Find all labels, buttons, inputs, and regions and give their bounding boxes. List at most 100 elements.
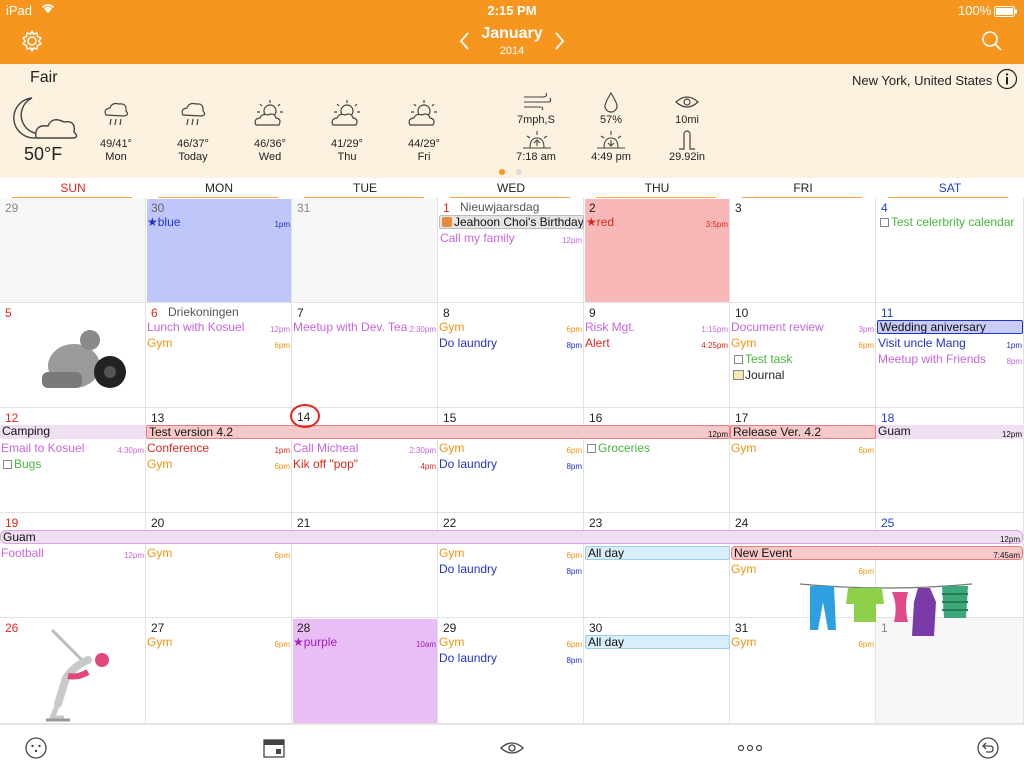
day-cell[interactable] <box>0 513 146 618</box>
event-title[interactable]: Do laundry <box>439 651 497 666</box>
event-title[interactable]: ★blue <box>147 215 180 230</box>
day-cell[interactable] <box>730 198 876 303</box>
event-title[interactable]: Gym <box>439 635 464 650</box>
day-number: 13 <box>151 411 165 425</box>
event-title[interactable]: Gym <box>731 441 756 456</box>
event-title[interactable]: Gym <box>147 546 172 561</box>
day-header-fri: FRI <box>793 181 813 195</box>
checkbox-icon[interactable] <box>734 355 743 364</box>
day-cell[interactable] <box>292 303 438 408</box>
weather-condition: Fair <box>30 69 58 86</box>
day-cell[interactable] <box>146 513 292 618</box>
event-title[interactable]: Risk Mgt. <box>585 320 635 335</box>
event-title[interactable]: Gym <box>439 320 464 335</box>
event-time: 12pm <box>999 535 1020 544</box>
day-number: 8 <box>443 306 450 320</box>
calendar-icon[interactable] <box>261 735 287 761</box>
event-title[interactable]: Do laundry <box>439 457 497 472</box>
page-dot-active[interactable] <box>499 169 505 175</box>
event-title[interactable]: Gym <box>147 457 172 472</box>
gear-icon[interactable] <box>18 27 46 55</box>
event-title[interactable]: Test task <box>745 352 792 367</box>
event-title[interactable]: Gym <box>731 336 756 351</box>
checkbox-icon[interactable] <box>3 460 12 469</box>
event-time: 7:45am <box>993 551 1020 560</box>
event-title[interactable]: Journal <box>745 368 784 383</box>
event-time: 6pm <box>858 446 874 455</box>
event-title[interactable]: Test celerbrity calendar <box>891 215 1024 230</box>
event-title[interactable]: Gym <box>731 562 756 577</box>
event-bar[interactable]: Guam <box>0 530 1023 544</box>
event-title[interactable]: Do laundry <box>439 336 497 351</box>
day-cell[interactable] <box>584 303 730 408</box>
face-icon[interactable] <box>23 735 49 761</box>
forecast-temps: 46/36° <box>254 138 286 150</box>
day-number-today[interactable]: 14 <box>297 410 310 424</box>
event-time: 6pm <box>274 640 290 649</box>
event-title[interactable]: Gym <box>147 635 172 650</box>
day-cell[interactable] <box>876 408 1024 513</box>
more-icon[interactable] <box>737 735 763 761</box>
event-bar[interactable]: Camping <box>0 425 146 439</box>
undo-icon[interactable] <box>975 735 1001 761</box>
day-number: 31 <box>297 201 311 215</box>
page-dot[interactable] <box>516 169 522 175</box>
event-title: New Event <box>734 546 793 560</box>
day-cell[interactable] <box>292 513 438 618</box>
eye-icon[interactable] <box>499 735 525 761</box>
day-header-sat: SAT <box>938 181 962 195</box>
event-title[interactable]: Bugs <box>14 457 41 472</box>
event-bar[interactable]: Test version 4.2 <box>146 425 730 439</box>
event-title[interactable]: Call my family <box>440 231 515 246</box>
next-month-chevron-icon[interactable] <box>546 27 574 55</box>
event-bar[interactable]: All day <box>585 546 730 560</box>
event-time: 8pm <box>566 656 582 665</box>
day-cell[interactable] <box>584 408 730 513</box>
event-time: 12pm <box>123 551 144 560</box>
event-title[interactable]: Alert <box>585 336 610 351</box>
weather-panel[interactable]: Fair New York, United States 50°F 49/41°… <box>0 64 1024 178</box>
event-title[interactable]: Gym <box>147 336 172 351</box>
day-number: 6 <box>151 306 158 320</box>
event-title[interactable]: ★purple <box>293 635 337 650</box>
search-icon[interactable] <box>978 27 1006 55</box>
event-title[interactable]: Kik off "pop" <box>293 457 358 472</box>
event-bar[interactable]: Wedding aniversary <box>877 320 1023 334</box>
day-cell[interactable] <box>876 198 1024 303</box>
day-cell[interactable] <box>146 618 292 724</box>
event-title[interactable]: Meetup with Dev. Team <box>293 320 407 335</box>
event-title[interactable]: Email to Kosuel <box>1 441 113 456</box>
event-bar[interactable]: All day <box>585 635 730 649</box>
event-title[interactable]: Groceries <box>598 441 650 456</box>
day-cell[interactable] <box>292 198 438 303</box>
info-icon[interactable] <box>996 68 1018 90</box>
day-cell[interactable] <box>584 513 730 618</box>
event-bar[interactable]: Release Ver. 4.2 <box>730 425 876 439</box>
event-title[interactable]: Gym <box>731 635 756 650</box>
event-title[interactable]: Do laundry <box>439 562 497 577</box>
event-title[interactable]: ★red <box>586 215 614 230</box>
event-time: 6pm <box>274 551 290 560</box>
event-bar[interactable]: Jeahoon Choi's Birthday <box>439 215 584 229</box>
day-cell[interactable] <box>584 618 730 724</box>
day-number: 28 <box>297 621 311 635</box>
event-title[interactable]: Gym <box>439 441 464 456</box>
event-title[interactable]: Visit uncle Mang <box>878 336 990 351</box>
bottom-toolbar <box>0 724 1024 768</box>
day-cell[interactable] <box>438 618 584 724</box>
day-cell[interactable] <box>0 198 146 303</box>
event-title[interactable]: Conference <box>147 441 209 456</box>
event-title[interactable]: Call Micheal <box>293 441 358 456</box>
day-header-thu: THU <box>644 181 670 195</box>
checkbox-icon[interactable] <box>880 218 889 227</box>
day-cell[interactable] <box>730 408 876 513</box>
forecast-day: Mon <box>105 151 127 163</box>
event-title[interactable]: Lunch with Kosuel <box>147 320 265 335</box>
event-title[interactable]: Gym <box>439 546 464 561</box>
day-cell[interactable] <box>438 303 584 408</box>
event-title[interactable]: Football <box>1 546 44 561</box>
event-time: 4pm <box>420 462 436 471</box>
checkbox-icon[interactable] <box>587 444 596 453</box>
event-title[interactable]: Document review <box>731 320 846 335</box>
wifi-icon <box>40 2 56 17</box>
